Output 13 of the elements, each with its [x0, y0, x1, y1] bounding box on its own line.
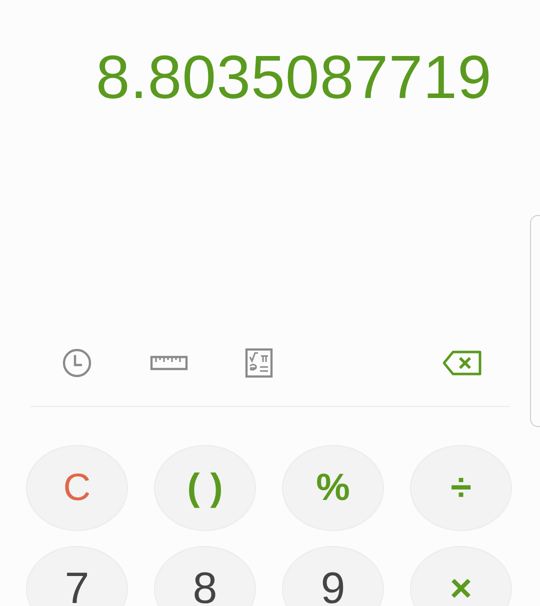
calculator-key[interactable]: C	[26, 445, 128, 531]
calculator-key[interactable]: %	[282, 445, 384, 531]
ruler-icon[interactable]	[150, 354, 188, 372]
scientific-icon[interactable]	[245, 348, 273, 378]
backspace-icon[interactable]	[442, 350, 482, 376]
calculator-key[interactable]: 8	[154, 546, 256, 606]
calculator-key[interactable]: 9	[282, 546, 384, 606]
calculator-key[interactable]: 7	[26, 546, 128, 606]
calculator-key[interactable]: ( )	[154, 445, 256, 531]
calculator-key[interactable]: ÷	[410, 445, 512, 531]
result-display: 8.8035087719	[96, 42, 492, 112]
history-icon[interactable]	[61, 347, 93, 379]
calculator-key[interactable]: ×	[410, 546, 512, 606]
